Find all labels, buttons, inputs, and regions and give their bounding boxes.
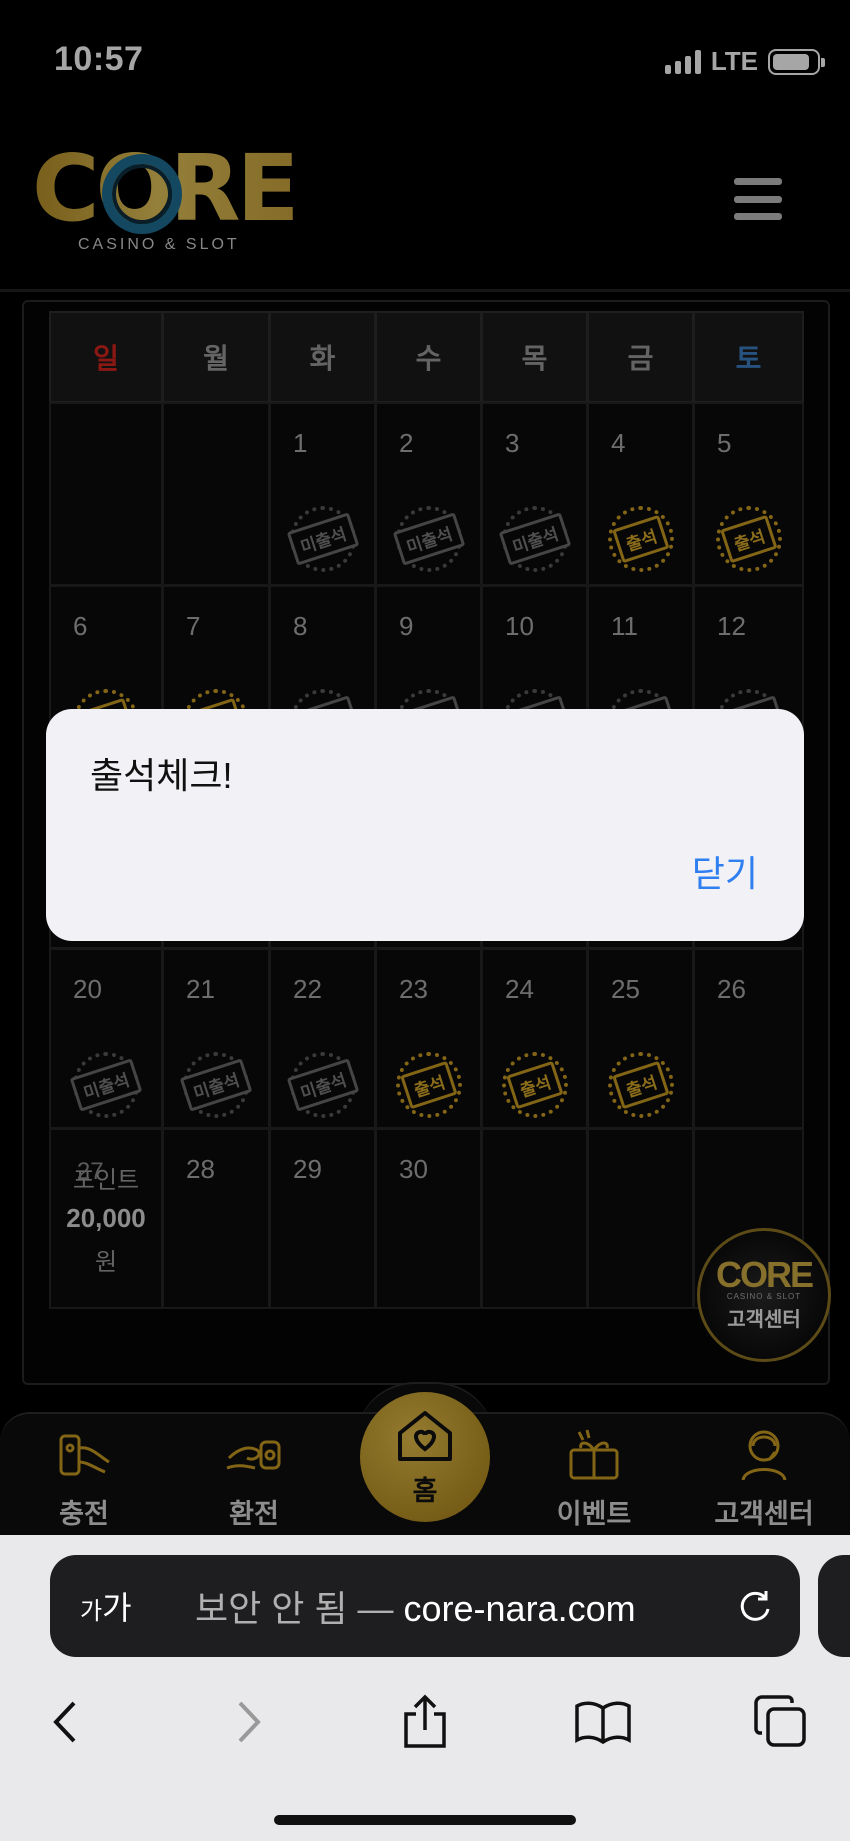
alert-close-button[interactable]: 닫기 [692, 845, 758, 897]
back-icon[interactable] [30, 1687, 100, 1757]
alert-title: 출석체크! [90, 755, 233, 796]
url-text: 보안 안 됨 — core-nara.com [195, 1580, 636, 1632]
attendance-alert-dialog: 출석체크! 닫기 [46, 709, 804, 941]
url-separator: — [347, 1588, 404, 1629]
tabs-icon[interactable] [746, 1687, 816, 1757]
insecure-label: 보안 안 됨 [195, 1588, 348, 1629]
share-icon[interactable] [390, 1687, 460, 1757]
bookmarks-icon[interactable] [568, 1687, 638, 1757]
address-bar[interactable]: 가가 보안 안 됨 — core-nara.com [50, 1555, 800, 1657]
browser-chrome: 가가 보안 안 됨 — core-nara.com [0, 1535, 850, 1841]
browser-toolbar [0, 1687, 850, 1767]
home-indicator [274, 1815, 576, 1825]
url-domain: core-nara.com [403, 1588, 636, 1629]
next-tab-preview[interactable] [818, 1555, 850, 1657]
forward-icon[interactable] [214, 1687, 284, 1757]
text-size-button[interactable]: 가가 [80, 1583, 132, 1629]
reload-icon[interactable] [736, 1587, 774, 1625]
